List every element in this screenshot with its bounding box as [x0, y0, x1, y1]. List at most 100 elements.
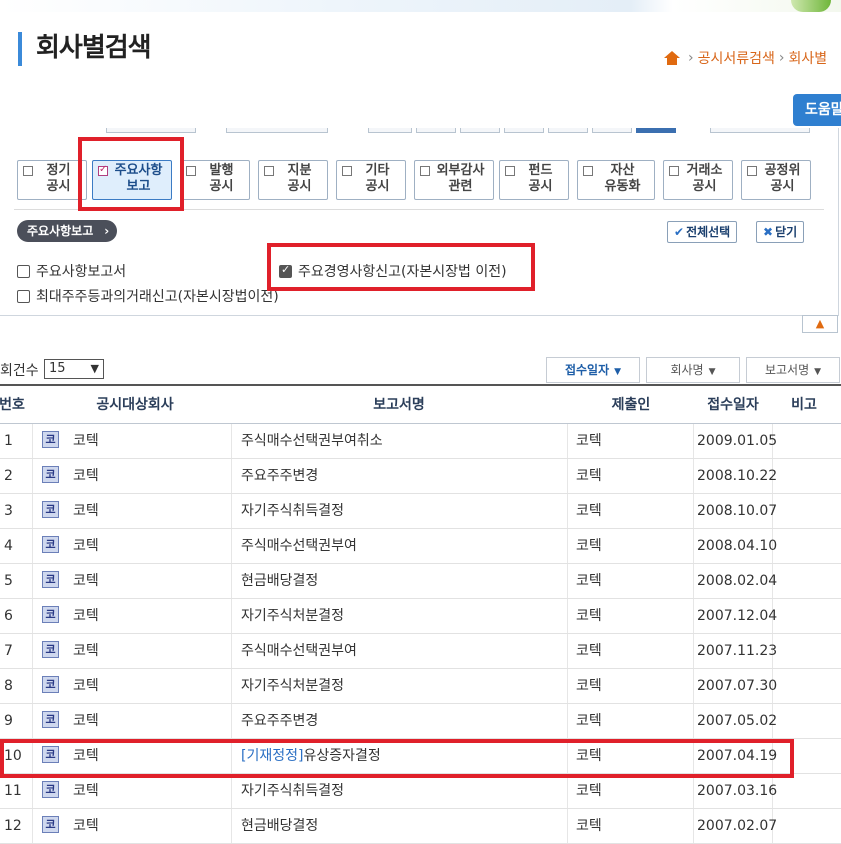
submitter-cell[interactable]: 코텍	[576, 809, 602, 843]
category-fund-button[interactable]: 펀드 공시	[499, 160, 569, 200]
table-row: 3 코 코텍 자기주식취득결정 코텍 2008.10.07	[0, 494, 841, 529]
select-all-button[interactable]: ✔ 전체선택	[667, 221, 738, 243]
category-exchange-button[interactable]: 거래소 공시	[663, 160, 733, 200]
help-button[interactable]: 도움말	[793, 94, 841, 126]
table-row: 1 코 코텍 주식매수선택권부여취소 코텍 2009.01.05	[0, 424, 841, 459]
checkbox[interactable]	[186, 166, 196, 176]
close-button[interactable]: ✖ 닫기	[756, 221, 805, 243]
submitter-cell[interactable]: 코텍	[576, 669, 602, 703]
option-major-report[interactable]: 주요사항보고서	[17, 261, 126, 281]
submitter-cell[interactable]: 코텍	[576, 494, 602, 528]
collapse-button[interactable]: ▲	[802, 315, 838, 333]
checkbox[interactable]	[583, 166, 593, 176]
banner-decoration	[791, 0, 831, 12]
chevron-down-icon: ▼	[90, 362, 99, 375]
breadcrumb-item-disclosure-search[interactable]: 공시서류검색	[698, 48, 775, 68]
company-name-link[interactable]: 코텍	[73, 433, 99, 449]
checkbox[interactable]	[342, 166, 352, 176]
company-name-link[interactable]: 코텍	[73, 748, 99, 764]
report-name-link[interactable]: 현금배당결정	[241, 818, 318, 834]
report-name-link[interactable]: 주요주주변경	[241, 468, 318, 484]
checkbox[interactable]	[17, 289, 30, 303]
header-submitter: 제출인	[611, 397, 651, 413]
correction-tag[interactable]: [기재정정]	[241, 748, 303, 764]
submitter-cell[interactable]: 코텍	[576, 529, 602, 563]
submitter-cell[interactable]: 코텍	[576, 599, 602, 633]
company-name-link[interactable]: 코텍	[73, 608, 99, 624]
report-name-link[interactable]: 자기주식처분결정	[241, 678, 344, 694]
submitter-cell[interactable]: 코텍	[576, 564, 602, 598]
company-name-link[interactable]: 코텍	[73, 538, 99, 554]
row-number: 10	[4, 748, 22, 764]
table-row: 4 코 코텍 주식매수선택권부여 코텍 2008.04.10	[0, 529, 841, 564]
report-name-link[interactable]: 자기주식취득결정	[241, 783, 344, 799]
submitter-cell[interactable]: 코텍	[576, 634, 602, 668]
report-name-link[interactable]: 주식매수선택권부여	[241, 643, 357, 659]
table-row: 10 코 코텍 [기재정정]유상증자결정 코텍 2007.04.19	[0, 739, 841, 774]
category-label: 주요사항 보고	[114, 163, 163, 194]
breadcrumb-item-company[interactable]: 회사별	[789, 48, 828, 68]
category-ftc-button[interactable]: 공정위 공시	[741, 160, 811, 200]
kosdaq-icon: 코	[42, 641, 59, 658]
date-cell: 2009.01.05	[697, 433, 778, 449]
category-regular-button[interactable]: 정기 공시	[17, 160, 87, 200]
sort-by-date-button[interactable]: 접수일자 ▼	[546, 357, 640, 383]
company-name-link[interactable]: 코텍	[73, 713, 99, 729]
row-number: 5	[4, 573, 13, 589]
checkbox[interactable]	[505, 166, 515, 176]
company-cell: 코 코텍	[42, 809, 99, 843]
report-cell: 현금배당결정	[241, 809, 318, 843]
company-name-link[interactable]: 코텍	[73, 643, 99, 659]
checkbox[interactable]	[23, 166, 33, 176]
table-row: 12 코 코텍 현금배당결정 코텍 2007.02.07	[0, 809, 841, 844]
kosdaq-icon: 코	[42, 536, 59, 553]
submitter-cell[interactable]: 코텍	[576, 424, 602, 458]
category-asset-securitization-button[interactable]: 자산 유동화	[577, 160, 655, 200]
company-name-link[interactable]: 코텍	[73, 468, 99, 484]
option-major-shareholder-transaction[interactable]: 최대주주등과의거래신고(자본시장법이전)	[17, 286, 279, 306]
report-name-link[interactable]: 현금배당결정	[241, 573, 318, 589]
submitter-cell[interactable]: 코텍	[576, 459, 602, 493]
report-name-link[interactable]: 주식매수선택권부여	[241, 538, 357, 554]
company-name-link[interactable]: 코텍	[73, 573, 99, 589]
home-icon[interactable]	[664, 51, 680, 65]
checkbox[interactable]	[747, 166, 757, 176]
checkbox-checked[interactable]	[98, 164, 108, 176]
category-equity-button[interactable]: 지분 공시	[258, 160, 328, 200]
option-management-report[interactable]: 주요경영사항신고(자본시장법 이전)	[279, 261, 507, 281]
category-major-report-button[interactable]: 주요사항 보고	[92, 160, 172, 200]
date-cell: 2008.10.07	[697, 503, 778, 519]
company-name-link[interactable]: 코텍	[73, 503, 99, 519]
checkbox[interactable]	[17, 264, 30, 278]
category-label: 정기 공시	[46, 163, 71, 194]
header-note: 비고	[791, 397, 817, 413]
company-name-link[interactable]: 코텍	[73, 783, 99, 799]
category-external-audit-button[interactable]: 외부감사 관련	[414, 160, 494, 200]
report-name-link[interactable]: 유상증자결정	[303, 748, 380, 764]
report-name-link[interactable]: 자기주식취득결정	[241, 503, 344, 519]
checkbox[interactable]	[264, 166, 274, 176]
category-label: 자산 유동화	[604, 163, 641, 194]
company-name-link[interactable]: 코텍	[73, 818, 99, 834]
report-cell: [기재정정]유상증자결정	[241, 739, 381, 773]
report-cell: 자기주식취득결정	[241, 494, 344, 528]
submitter-cell[interactable]: 코텍	[576, 704, 602, 738]
company-name-link[interactable]: 코텍	[73, 678, 99, 694]
report-name-link[interactable]: 자기주식처분결정	[241, 608, 344, 624]
header-no: 번호	[0, 397, 25, 413]
sort-by-company-button[interactable]: 회사명 ▼	[646, 357, 740, 383]
category-issuance-button[interactable]: 발행 공시	[180, 160, 250, 200]
checkbox[interactable]	[669, 166, 679, 176]
checkbox-checked[interactable]	[279, 263, 292, 278]
report-name-link[interactable]: 주식매수선택권부여취소	[241, 433, 383, 449]
checkbox[interactable]	[420, 166, 430, 176]
submitter-cell[interactable]: 코텍	[576, 739, 602, 773]
row-number: 8	[4, 678, 13, 694]
sort-by-report-button[interactable]: 보고서명 ▼	[746, 357, 840, 383]
submitter-cell[interactable]: 코텍	[576, 774, 602, 808]
count-select[interactable]: 15 ▼	[44, 359, 104, 379]
report-cell: 주식매수선택권부여	[241, 529, 357, 563]
category-label: 발행 공시	[209, 163, 234, 194]
report-name-link[interactable]: 주요주주변경	[241, 713, 318, 729]
category-other-button[interactable]: 기타 공시	[336, 160, 406, 200]
